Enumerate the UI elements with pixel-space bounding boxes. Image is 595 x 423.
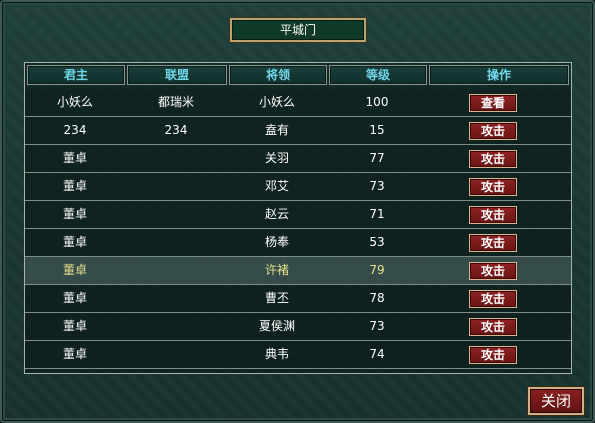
lord-cell: 董卓 <box>62 151 87 165</box>
alliance-cell <box>125 257 227 284</box>
attack-button[interactable]: 攻击 <box>469 206 517 224</box>
attack-button[interactable]: 攻击 <box>469 318 517 336</box>
level-cell: 15 <box>369 123 385 137</box>
level-cell: 78 <box>369 291 385 305</box>
header-lord: 君主 <box>27 65 125 85</box>
level-cell: 79 <box>369 263 385 277</box>
close-button[interactable]: 关闭 <box>528 387 584 415</box>
level-cell: 77 <box>369 151 385 165</box>
level-cell: 100 <box>365 95 389 109</box>
table-row: 234 234 盍有 15 攻击 <box>25 117 571 145</box>
header-alliance: 联盟 <box>127 65 227 85</box>
table-row: 董卓 杨奉 53 攻击 <box>25 229 571 257</box>
table-row: 董卓 典韦 74 攻击 <box>25 341 571 369</box>
general-cell: 杨奉 <box>264 235 289 249</box>
general-cell: 许褚 <box>264 263 289 277</box>
table-row-highlighted: 董卓 许褚 79 攻击 <box>25 257 571 285</box>
alliance-cell <box>125 285 227 312</box>
level-cell: 73 <box>369 179 385 193</box>
alliance-cell <box>125 341 227 368</box>
lord-cell: 小妖么 <box>56 95 93 109</box>
table-row: 董卓 赵云 71 攻击 <box>25 201 571 229</box>
alliance-cell <box>125 313 227 340</box>
table-header: 君主 联盟 将领 等级 操作 <box>27 65 569 87</box>
table-row: 董卓 夏侯渊 73 攻击 <box>25 313 571 341</box>
alliance-cell <box>125 145 227 172</box>
alliance-cell: 都瑞米 <box>157 95 194 109</box>
general-cell: 曹丕 <box>264 291 289 305</box>
general-cell: 关羽 <box>264 151 289 165</box>
lord-cell: 董卓 <box>62 347 87 361</box>
general-cell: 典韦 <box>264 347 289 361</box>
lord-cell: 董卓 <box>62 179 87 193</box>
attack-button[interactable]: 攻击 <box>469 346 517 364</box>
lord-cell: 董卓 <box>62 263 87 277</box>
lord-cell: 234 <box>63 123 87 137</box>
general-cell: 盍有 <box>264 123 289 137</box>
alliance-cell <box>125 173 227 200</box>
alliance-cell: 234 <box>164 123 188 137</box>
header-level: 等级 <box>329 65 427 85</box>
table-row: 董卓 关羽 77 攻击 <box>25 145 571 173</box>
attack-button[interactable]: 攻击 <box>469 178 517 196</box>
general-cell: 小妖么 <box>258 95 295 109</box>
general-cell: 夏侯渊 <box>258 319 295 333</box>
lord-cell: 董卓 <box>62 319 87 333</box>
table-row: 小妖么 都瑞米 小妖么 100 查看 <box>25 89 571 117</box>
attack-button[interactable]: 攻击 <box>469 234 517 252</box>
header-general: 将领 <box>229 65 327 85</box>
alliance-cell <box>125 229 227 256</box>
level-cell: 74 <box>369 347 385 361</box>
attack-button[interactable]: 攻击 <box>469 262 517 280</box>
lord-cell: 董卓 <box>62 291 87 305</box>
attack-button[interactable]: 攻击 <box>469 150 517 168</box>
general-cell: 邓艾 <box>264 179 289 193</box>
table-body: 小妖么 都瑞米 小妖么 100 查看 234 234 盍有 15 攻击 董卓 关… <box>25 89 571 369</box>
lord-cell: 董卓 <box>62 235 87 249</box>
attack-button[interactable]: 攻击 <box>469 122 517 140</box>
header-action: 操作 <box>429 65 569 85</box>
city-gate-dialog: 平城门 君主 联盟 将领 等级 操作 小妖么 都瑞米 小妖么 100 查看 23… <box>0 0 595 423</box>
view-button[interactable]: 查看 <box>469 94 517 112</box>
table-row: 董卓 曹丕 78 攻击 <box>25 285 571 313</box>
alliance-cell <box>125 201 227 228</box>
general-cell: 赵云 <box>264 207 289 221</box>
garrison-table: 君主 联盟 将领 等级 操作 小妖么 都瑞米 小妖么 100 查看 234 23… <box>24 62 572 374</box>
level-cell: 53 <box>369 235 385 249</box>
lord-cell: 董卓 <box>62 207 87 221</box>
attack-button[interactable]: 攻击 <box>469 290 517 308</box>
level-cell: 73 <box>369 319 385 333</box>
level-cell: 71 <box>369 207 385 221</box>
dialog-title: 平城门 <box>230 18 366 42</box>
table-row: 董卓 邓艾 73 攻击 <box>25 173 571 201</box>
